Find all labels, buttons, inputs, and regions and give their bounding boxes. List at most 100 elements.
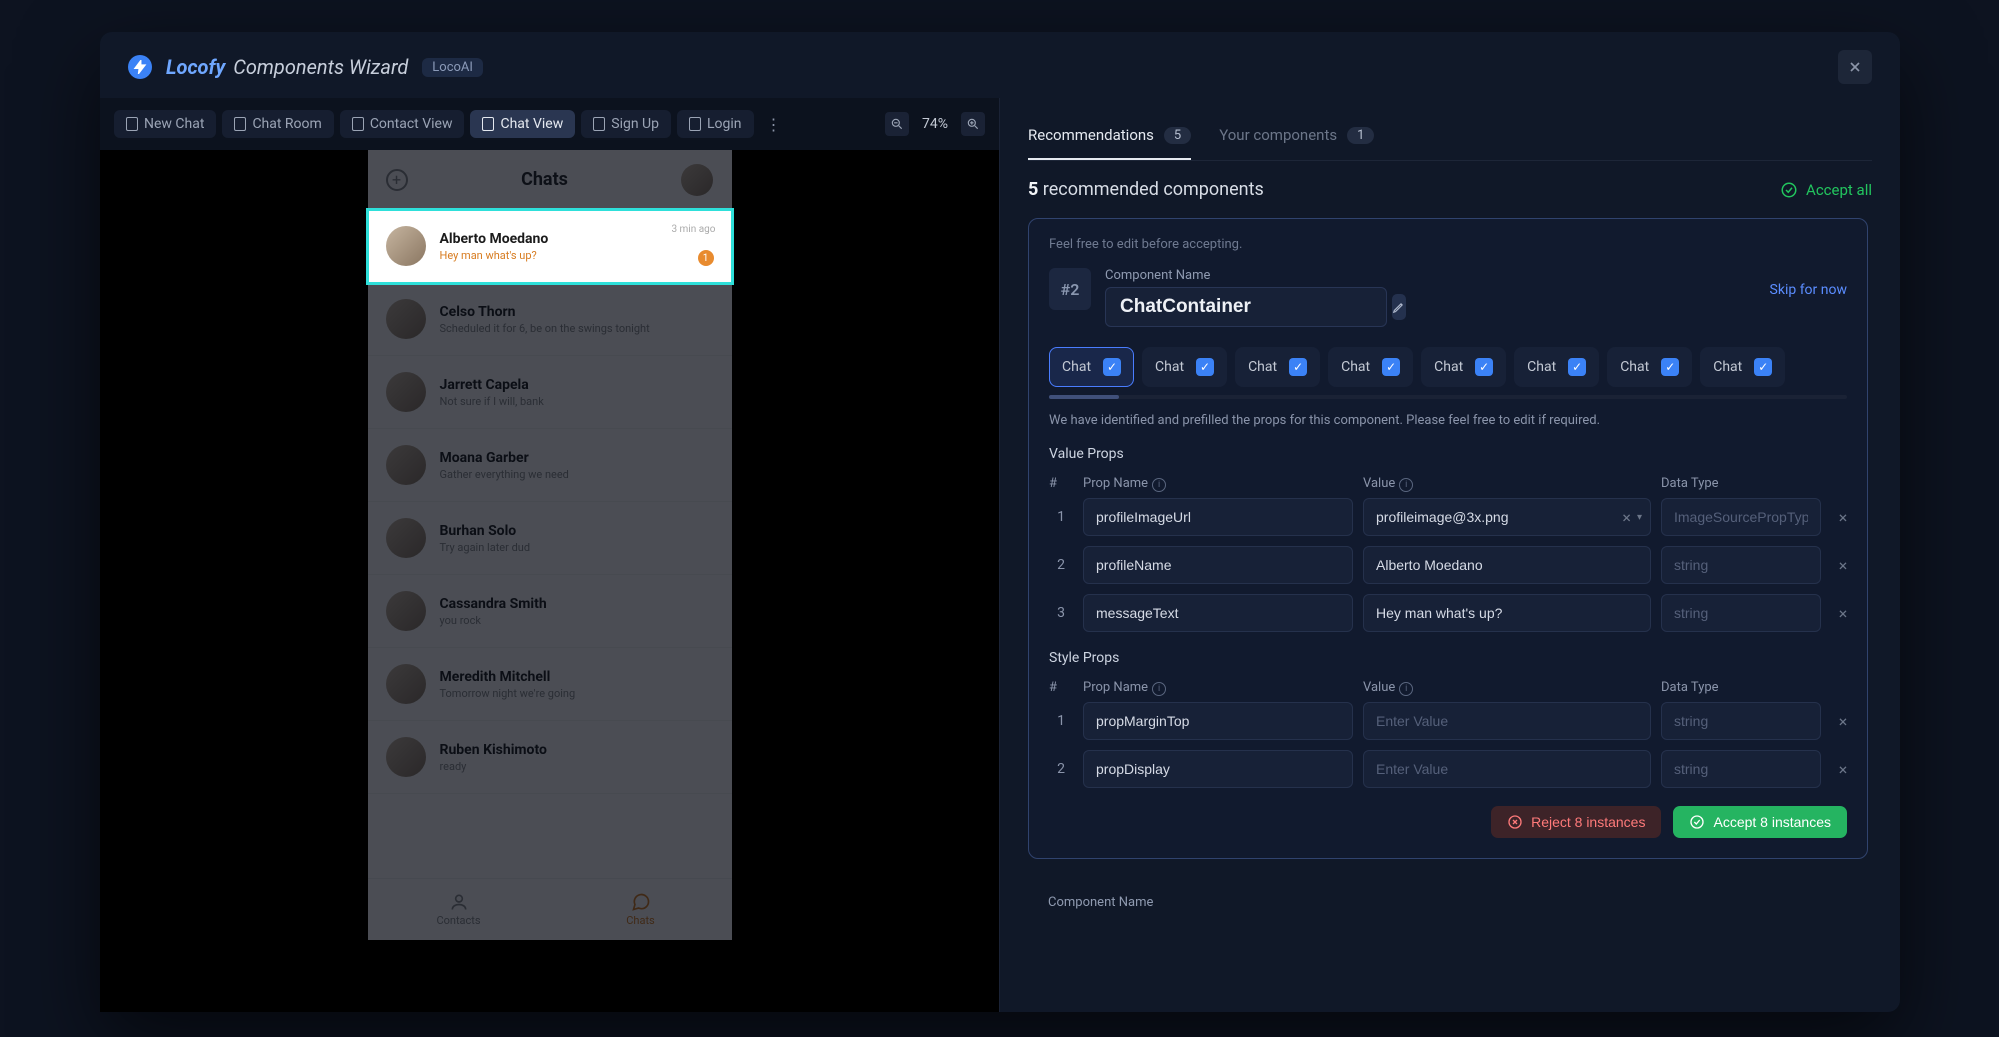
tab-sign-up[interactable]: Sign Up bbox=[581, 110, 671, 138]
info-icon: i bbox=[1399, 682, 1413, 696]
prop-value-input[interactable] bbox=[1363, 702, 1651, 740]
tab-login[interactable]: Login bbox=[677, 110, 754, 138]
nav-label: Contacts bbox=[436, 914, 480, 927]
logo-text: Locofy bbox=[166, 55, 225, 79]
remove-row-icon[interactable]: × bbox=[1831, 760, 1855, 779]
chat-row[interactable]: Jarrett CapelaNot sure if I will, bank bbox=[368, 356, 732, 429]
variant-chip[interactable]: Chat✓ bbox=[1049, 347, 1134, 387]
accept-all-label: Accept all bbox=[1806, 181, 1872, 199]
check-icon: ✓ bbox=[1568, 358, 1586, 376]
check-icon: ✓ bbox=[1382, 358, 1400, 376]
variant-label: Chat bbox=[1620, 359, 1649, 375]
prop-value-input[interactable] bbox=[1363, 594, 1651, 632]
chat-row[interactable]: Cassandra Smithyou rock bbox=[368, 575, 732, 648]
tab-your-components[interactable]: Your components 1 bbox=[1219, 116, 1374, 160]
more-tabs-icon[interactable]: ⋮ bbox=[760, 111, 788, 138]
prop-name-input[interactable] bbox=[1083, 594, 1353, 632]
col-num: # bbox=[1049, 476, 1073, 492]
variants-scrollbar[interactable] bbox=[1049, 395, 1847, 399]
pencil-icon bbox=[1392, 300, 1406, 314]
scroll-area[interactable]: Feel free to edit before accepting. #2 C… bbox=[1028, 218, 1872, 1012]
variant-chip[interactable]: Chat✓ bbox=[1421, 347, 1506, 387]
zoom-out-button[interactable] bbox=[885, 112, 909, 136]
accept-label: Accept 8 instances bbox=[1713, 814, 1831, 830]
dropdown-caret-icon[interactable]: ▾ bbox=[1637, 512, 1642, 523]
avatar bbox=[681, 164, 713, 196]
col-type: Data Type bbox=[1661, 680, 1821, 696]
accept-all-button[interactable]: Accept all bbox=[1780, 181, 1872, 199]
chat-name: Burhan Solo bbox=[440, 523, 714, 539]
prop-value-input[interactable] bbox=[1364, 499, 1616, 535]
variant-label: Chat bbox=[1248, 359, 1277, 375]
zoom-value: 74% bbox=[917, 116, 953, 132]
reject-instances-button[interactable]: Reject 8 instances bbox=[1491, 806, 1661, 838]
remove-row-icon[interactable]: × bbox=[1831, 508, 1855, 527]
tab-recommendations[interactable]: Recommendations 5 bbox=[1028, 116, 1191, 160]
prop-value-input[interactable] bbox=[1363, 750, 1651, 788]
variant-chip[interactable]: Chat✓ bbox=[1514, 347, 1599, 387]
avatar bbox=[386, 299, 426, 339]
tab-label: Chat View bbox=[500, 116, 563, 132]
your-components-count: 1 bbox=[1347, 127, 1374, 144]
prop-name-input[interactable] bbox=[1083, 498, 1353, 536]
preview-canvas[interactable]: + Chats Alberto Moedano Hey man what's u… bbox=[100, 150, 999, 1012]
name-input-wrap bbox=[1105, 287, 1387, 327]
tab-new-chat[interactable]: New Chat bbox=[114, 110, 216, 138]
tab-label: Your components bbox=[1219, 126, 1337, 144]
remove-row-icon[interactable]: × bbox=[1831, 604, 1855, 623]
tab-chat-view[interactable]: Chat View bbox=[470, 110, 575, 138]
tab-chat-room[interactable]: Chat Room bbox=[222, 110, 333, 138]
variant-label: Chat bbox=[1341, 359, 1370, 375]
info-icon: i bbox=[1152, 478, 1166, 492]
accept-instances-button[interactable]: Accept 8 instances bbox=[1673, 806, 1847, 838]
prop-type-input[interactable] bbox=[1661, 594, 1821, 632]
avatar bbox=[386, 226, 426, 266]
prop-type-input[interactable] bbox=[1661, 702, 1821, 740]
variant-chip[interactable]: Chat✓ bbox=[1142, 347, 1227, 387]
variant-chip[interactable]: Chat✓ bbox=[1607, 347, 1692, 387]
variant-chip[interactable]: Chat ✓ bbox=[1235, 347, 1320, 387]
props-header: # Prop Namei Valuei Data Type bbox=[1049, 676, 1847, 702]
prop-name-input[interactable] bbox=[1083, 750, 1353, 788]
clear-value-icon[interactable]: × bbox=[1616, 508, 1637, 527]
file-icon bbox=[352, 117, 364, 131]
chat-row[interactable]: Moana GarberGather everything we need bbox=[368, 429, 732, 502]
prop-name-input[interactable] bbox=[1083, 702, 1353, 740]
avatar bbox=[386, 591, 426, 631]
chat-row[interactable]: Celso ThornScheduled it for 6, be on the… bbox=[368, 283, 732, 356]
edit-name-button[interactable] bbox=[1392, 294, 1406, 320]
prop-row: 1 × ▾ × bbox=[1049, 498, 1847, 536]
col-type: Data Type bbox=[1661, 476, 1821, 492]
prop-row: 2 × bbox=[1049, 546, 1847, 584]
prop-value-input[interactable] bbox=[1363, 546, 1651, 584]
remove-row-icon[interactable]: × bbox=[1831, 712, 1855, 731]
close-button[interactable] bbox=[1838, 50, 1872, 84]
recommendations-pane: Recommendations 5 Your components 1 5 re… bbox=[1000, 98, 1900, 1012]
chat-message: Scheduled it for 6, be on the swings ton… bbox=[440, 322, 714, 335]
tab-label: Recommendations bbox=[1028, 126, 1154, 144]
component-card: Feel free to edit before accepting. #2 C… bbox=[1028, 218, 1868, 859]
contacts-icon bbox=[449, 892, 469, 912]
variant-chip[interactable]: Chat ✓ bbox=[1328, 347, 1413, 387]
chat-row[interactable]: Meredith MitchellTomorrow night we're go… bbox=[368, 648, 732, 721]
nav-label: Chats bbox=[626, 914, 654, 927]
chat-row[interactable]: Ruben Kishimotoready bbox=[368, 721, 732, 794]
chat-row-highlighted[interactable]: Alberto Moedano Hey man what's up? 3 min… bbox=[368, 210, 732, 283]
zoom-in-button[interactable] bbox=[961, 112, 985, 136]
prop-name-input[interactable] bbox=[1083, 546, 1353, 584]
name-column: Component Name bbox=[1105, 268, 1756, 327]
prop-row: 2 × bbox=[1049, 750, 1847, 788]
prop-type-input[interactable] bbox=[1661, 546, 1821, 584]
component-name-input[interactable] bbox=[1120, 296, 1382, 318]
plus-icon: + bbox=[386, 169, 408, 191]
file-icon bbox=[482, 117, 494, 131]
tab-contact-view[interactable]: Contact View bbox=[340, 110, 465, 138]
prop-type-input[interactable] bbox=[1661, 750, 1821, 788]
skip-for-now-link[interactable]: Skip for now bbox=[1770, 268, 1847, 298]
check-icon: ✓ bbox=[1289, 358, 1307, 376]
chat-row[interactable]: Burhan SoloTry again later dud bbox=[368, 502, 732, 575]
remove-row-icon[interactable]: × bbox=[1831, 556, 1855, 575]
phone-header: + Chats bbox=[368, 150, 732, 210]
variant-chip[interactable]: Chat✓ bbox=[1700, 347, 1785, 387]
prop-type-input[interactable] bbox=[1661, 498, 1821, 536]
